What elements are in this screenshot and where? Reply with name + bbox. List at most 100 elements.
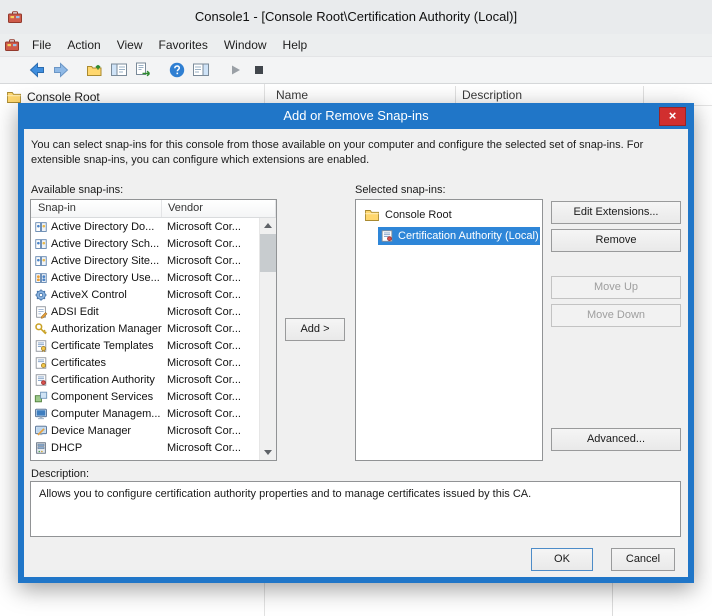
up-one-level-icon[interactable] — [84, 59, 106, 81]
scroll-up-icon[interactable] — [260, 218, 276, 234]
column-separator[interactable] — [643, 86, 644, 103]
forward-icon[interactable] — [50, 59, 72, 81]
snapin-vendor: Microsoft Cor... — [162, 306, 259, 318]
dialog-title: Add or Remove Snap-ins — [283, 108, 428, 123]
snapin-row[interactable]: Computer Managem... Microsoft Cor... — [31, 405, 259, 422]
selected-snapins-label: Selected snap-ins: — [355, 184, 446, 196]
main-titlebar[interactable]: Console1 - [Console Root\Certification A… — [0, 0, 712, 34]
snapin-row[interactable]: Certification Authority Microsoft Cor... — [31, 371, 259, 388]
snapin-name: Certificates — [51, 357, 106, 369]
column-header-snapin[interactable]: Snap-in — [31, 200, 162, 217]
tree-item-label: Certification Authority (Local) — [398, 230, 539, 242]
add-button[interactable]: Add > — [285, 318, 345, 341]
snapin-name: Active Directory Use... — [51, 272, 160, 284]
main-menubar: File Action View Favorites Window Help — [0, 34, 712, 56]
list-scrollbar[interactable] — [259, 218, 276, 460]
snapin-name: Component Services — [51, 391, 153, 403]
scroll-down-icon[interactable] — [260, 444, 276, 460]
menu-help[interactable]: Help — [275, 35, 316, 55]
column-separator[interactable] — [455, 86, 456, 103]
snapin-vendor: Microsoft Cor... — [162, 238, 259, 250]
remove-button[interactable]: Remove — [551, 229, 681, 252]
menu-window[interactable]: Window — [216, 35, 275, 55]
tree-item-certification-authority-selected[interactable]: Certification Authority (Local) — [378, 227, 540, 245]
show-hide-console-tree-icon[interactable] — [108, 59, 130, 81]
snapin-icon — [34, 424, 48, 438]
snapin-row[interactable]: Active Directory Use... Microsoft Cor... — [31, 269, 259, 286]
stop-icon[interactable] — [248, 59, 270, 81]
snapin-icon — [34, 305, 48, 319]
cancel-button[interactable]: Cancel — [611, 548, 675, 571]
snapin-row[interactable]: ADSI Edit Microsoft Cor... — [31, 303, 259, 320]
snapin-name: Certificate Templates — [51, 340, 154, 352]
snapin-rows: Active Directory Do... Microsoft Cor... … — [31, 218, 259, 460]
menu-view[interactable]: View — [109, 35, 151, 55]
edit-extensions-button[interactable]: Edit Extensions... — [551, 201, 681, 224]
snapin-icon — [34, 271, 48, 285]
play-icon[interactable] — [224, 59, 246, 81]
move-up-button: Move Up — [551, 276, 681, 299]
snapin-row[interactable]: Certificates Microsoft Cor... — [31, 354, 259, 371]
actions-pane-divider — [612, 583, 613, 616]
console-file-icon — [4, 37, 20, 53]
snapin-icon — [34, 220, 48, 234]
snapin-row[interactable]: Active Directory Do... Microsoft Cor... — [31, 218, 259, 235]
snapin-vendor: Microsoft Cor... — [162, 425, 259, 437]
move-down-button: Move Down — [551, 304, 681, 327]
menu-action[interactable]: Action — [59, 35, 108, 55]
back-icon[interactable] — [26, 59, 48, 81]
snapin-vendor: Microsoft Cor... — [162, 272, 259, 284]
snapin-row[interactable]: ActiveX Control Microsoft Cor... — [31, 286, 259, 303]
snapin-name: Certification Authority — [51, 374, 155, 386]
tree-item-console-root-selected[interactable]: Console Root — [356, 200, 542, 223]
mmc-console-window: Console1 - [Console Root\Certification A… — [0, 0, 712, 616]
main-toolbar — [0, 56, 712, 84]
snapin-row[interactable]: Authorization Manager Microsoft Cor... — [31, 320, 259, 337]
snapin-row[interactable]: DHCP Microsoft Cor... — [31, 439, 259, 456]
snapin-row[interactable]: Active Directory Sch... Microsoft Cor... — [31, 235, 259, 252]
snapin-icon — [34, 407, 48, 421]
tree-item-label: Console Root — [27, 90, 100, 104]
snapin-row[interactable]: Active Directory Site... Microsoft Cor..… — [31, 252, 259, 269]
window-title: Console1 - [Console Root\Certification A… — [0, 9, 712, 24]
certification-authority-icon — [380, 229, 394, 243]
column-header-vendor[interactable]: Vendor — [162, 200, 276, 217]
export-list-icon[interactable] — [132, 59, 154, 81]
snapin-row[interactable]: Certificate Templates Microsoft Cor... — [31, 337, 259, 354]
snapin-vendor: Microsoft Cor... — [162, 408, 259, 420]
snapin-icon — [34, 237, 48, 251]
advanced-button[interactable]: Advanced... — [551, 428, 681, 451]
available-snapins-label: Available snap-ins: — [31, 184, 123, 196]
snapin-icon — [34, 356, 48, 370]
column-header-description[interactable]: Description — [462, 88, 522, 102]
snapin-vendor: Microsoft Cor... — [162, 357, 259, 369]
tree-item-console-root[interactable]: Console Root — [0, 84, 264, 105]
help-icon[interactable] — [166, 59, 188, 81]
selected-snapins-panel: Console Root Certification Authority (Lo… — [355, 199, 543, 461]
show-hide-action-pane-icon[interactable] — [190, 59, 212, 81]
menu-file[interactable]: File — [24, 35, 59, 55]
tree-item-label: Console Root — [385, 209, 452, 221]
snapin-icon — [34, 390, 48, 404]
dialog-titlebar[interactable]: Add or Remove Snap-ins — [18, 103, 694, 129]
snapin-name: Active Directory Do... — [51, 221, 154, 233]
snapin-vendor: Microsoft Cor... — [162, 255, 259, 267]
snapin-icon — [34, 373, 48, 387]
snapin-vendor: Microsoft Cor... — [162, 289, 259, 301]
description-box: Allows you to configure certification au… — [30, 481, 681, 537]
snapin-vendor: Microsoft Cor... — [162, 391, 259, 403]
available-snapins-list: Snap-in Vendor Active Directory Do... Mi… — [30, 199, 277, 461]
column-header-name[interactable]: Name — [276, 88, 308, 102]
scrollbar-thumb[interactable] — [260, 234, 276, 272]
snapin-row[interactable]: Device Manager Microsoft Cor... — [31, 422, 259, 439]
snapin-row[interactable]: Component Services Microsoft Cor... — [31, 388, 259, 405]
ok-button[interactable]: OK — [531, 548, 593, 571]
snapin-name: Active Directory Site... — [51, 255, 159, 267]
add-remove-snapins-dialog: Add or Remove Snap-ins × You can select … — [18, 103, 694, 583]
snapin-vendor: Microsoft Cor... — [162, 340, 259, 352]
snapin-name: Authorization Manager — [51, 323, 162, 335]
menu-favorites[interactable]: Favorites — [151, 35, 216, 55]
close-icon[interactable]: × — [659, 107, 686, 126]
dialog-body: You can select snap-ins for this console… — [24, 129, 688, 577]
snapin-icon — [34, 322, 48, 336]
